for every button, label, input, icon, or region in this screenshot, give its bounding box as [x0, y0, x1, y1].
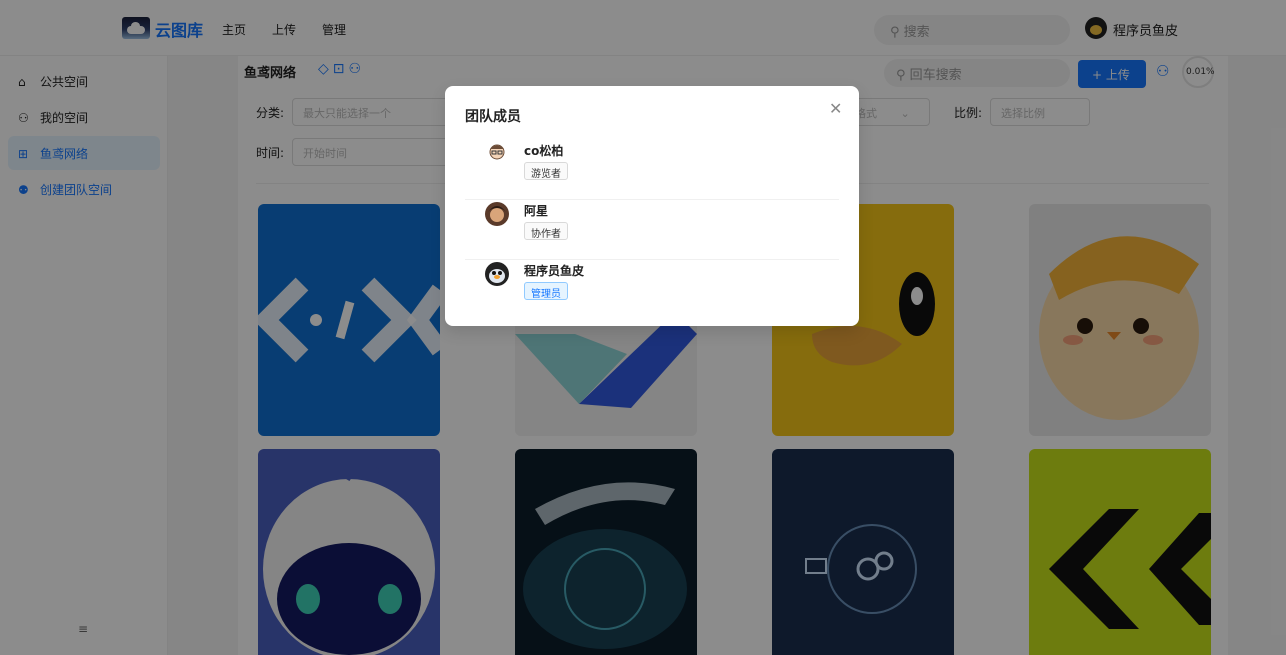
list-item: 阿星 协作者 — [465, 200, 839, 260]
modal-title: 团队成员 — [465, 109, 521, 125]
avatar — [485, 142, 509, 166]
member-name: 程序员鱼皮 — [524, 264, 585, 278]
member-name: 阿星 — [524, 204, 549, 218]
avatar — [485, 262, 509, 286]
role-badge: 管理员 — [524, 282, 568, 300]
list-item: co松柏 游览者 — [465, 140, 839, 200]
role-badge: 协作者 — [524, 222, 568, 240]
role-badge: 游览者 — [524, 162, 568, 180]
avatar — [485, 202, 509, 226]
member-name: co松柏 — [524, 144, 564, 158]
team-members-modal: 团队成员 ✕ co松柏 游览者 阿星 协作者 程序员鱼皮 管理员 — [445, 86, 859, 326]
close-icon[interactable]: ✕ — [829, 99, 842, 118]
list-item: 程序员鱼皮 管理员 — [465, 260, 839, 320]
